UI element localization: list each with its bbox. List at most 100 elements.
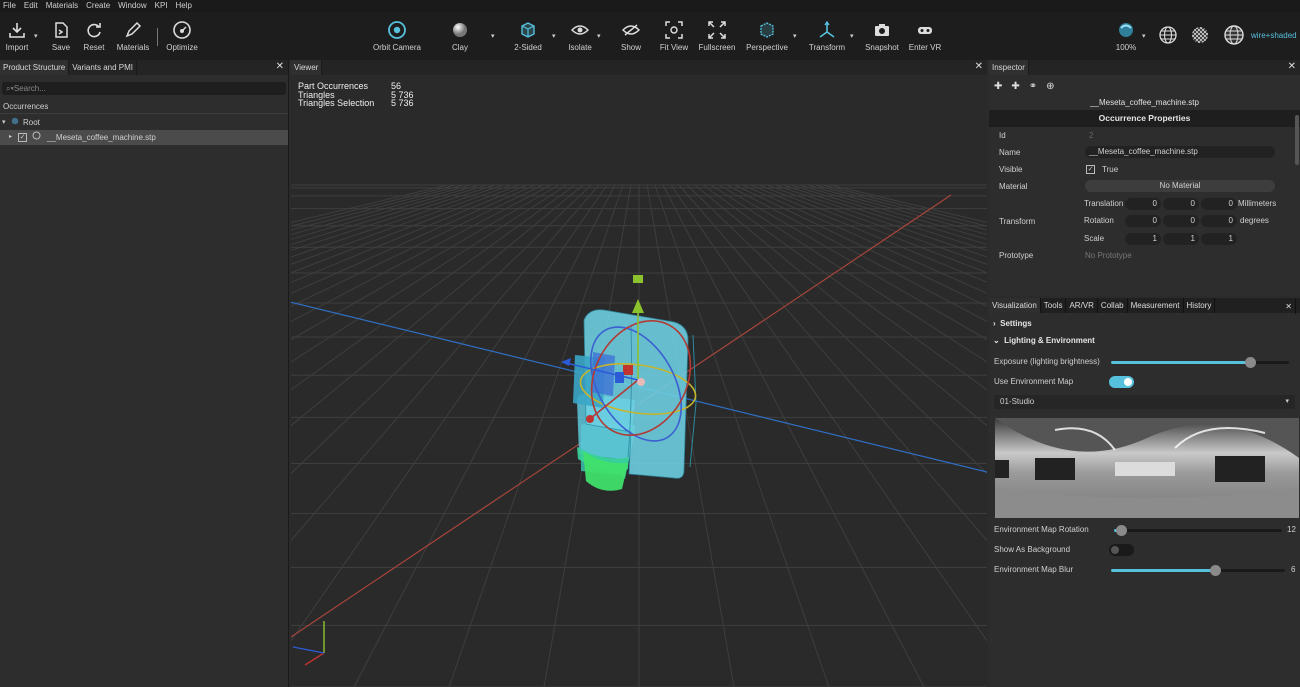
tab-collab[interactable]: Collab [1098,298,1128,313]
wire-shaded-label[interactable]: wire+shaded [1251,31,1297,40]
optimize-button[interactable]: Optimize [156,18,208,53]
grid-line [798,184,987,240]
occurrence-properties-header: Occurrence Properties [989,110,1300,127]
transform-axes-icon [801,18,853,42]
rotation-y-field[interactable]: 0 [1163,215,1199,227]
tab-inspector[interactable]: Inspector [989,60,1029,75]
env-map-row: 01-Studio ▾ [989,392,1300,412]
env-rotation-slider[interactable] [1114,525,1282,536]
orientation-axes [292,621,325,666]
fullscreen-icon [691,18,743,42]
clay-dropdown-icon[interactable]: ▾ [491,32,495,40]
tree-root[interactable]: ▾ Root [0,115,288,130]
menu-create[interactable]: Create [83,0,115,12]
visibility-checkbox[interactable]: ✓ [18,133,27,142]
orbit-camera-button[interactable]: Orbit Camera [371,18,423,53]
env-blur-slider[interactable] [1111,565,1285,576]
lighting-section[interactable]: ⌄ Lighting & Environment [989,332,1300,349]
close-icon[interactable]: ✕ [1282,299,1296,314]
enter-vr-button[interactable]: Enter VR [899,18,951,53]
name-field[interactable]: __Meseta_coffee_machine.stp [1085,146,1275,158]
menu-window[interactable]: Window [115,0,151,12]
close-icon[interactable]: ✕ [975,61,983,73]
materials-button[interactable]: Materials [107,18,159,53]
translation-z-field[interactable]: 0 [1201,198,1237,210]
env-rotation-row: Environment Map Rotation 12 [994,525,1296,536]
grid-line [822,184,987,227]
material-button[interactable]: No Material [1085,180,1275,192]
close-icon[interactable]: ✕ [1288,61,1296,73]
translation-x-field[interactable]: 0 [1125,198,1161,210]
tab-history[interactable]: History [1184,298,1216,313]
settings-section[interactable]: › Settings [989,315,1300,332]
isolate-dropdown-icon[interactable]: ▾ [597,32,601,40]
menu-materials[interactable]: Materials [43,0,83,12]
transform-dropdown-icon[interactable]: ▾ [850,32,854,40]
tab-measurement[interactable]: Measurement [1128,298,1184,313]
link-icon[interactable]: ⚭ [1029,81,1037,92]
expand-arrow-icon[interactable]: ▾ [0,115,8,130]
menu-edit[interactable]: Edit [21,0,43,12]
perspective-dropdown-icon[interactable]: ▾ [793,32,797,40]
viewer-tabs: Viewer ✕ [291,60,987,75]
tab-viewer[interactable]: Viewer [291,60,323,75]
menu-help[interactable]: Help [173,0,197,12]
grid-line [291,184,592,475]
use-env-toggle[interactable] [1109,376,1134,388]
add-component-icon[interactable]: ✚ [994,81,1002,92]
prop-id: Id 2 [999,131,1094,140]
target-icon[interactable]: ⊕ [1046,81,1054,92]
rotation-x-field[interactable]: 0 [1125,215,1161,227]
show-bg-toggle[interactable] [1109,544,1134,556]
translation-y-field[interactable]: 0 [1163,198,1199,210]
coffee-machine-model[interactable] [573,309,697,491]
perspective-cube-icon [741,18,793,42]
grid-line [734,184,987,307]
prop-visible: Visible ✓ True [999,165,1119,174]
visualization-panel: Visualization Tools AR/VR Collab Measure… [989,298,1300,687]
env-map-preview [995,418,1299,518]
tab-product-structure[interactable]: Product Structure [0,60,70,75]
rotation-z-field[interactable]: 0 [1201,215,1237,227]
optimize-icon [156,18,208,42]
scale-z-field[interactable]: 1 [1201,233,1237,245]
menu-file[interactable]: File [0,0,21,12]
viewer-panel[interactable]: Viewer ✕ Part Occurrences 56 Triangles 5… [291,60,987,687]
menu-kpi[interactable]: KPI [152,0,173,12]
scale-y-field[interactable]: 1 [1163,233,1199,245]
fullscreen-button[interactable]: Fullscreen [691,18,743,53]
part-node-icon [32,130,41,145]
tab-variants-pmi[interactable]: Variants and PMI [69,60,138,75]
env-map-select[interactable]: 01-Studio ▾ [994,395,1295,409]
tree-item-coffee-machine[interactable]: ▸ ✓ __Meseta_coffee_machine.stp [0,130,288,145]
product-structure-panel: Product Structure Variants and PMI ✕ ⌕▾S… [0,60,289,687]
grid-line [291,184,560,341]
occurrences-header: Occurrences [0,99,288,114]
tab-visualization[interactable]: Visualization [989,298,1041,313]
3d-viewport[interactable] [291,75,987,687]
menu-bar: File Edit Materials Create Window KPI He… [0,0,1300,12]
use-env-row: Use Environment Map [989,372,1300,392]
clay-button[interactable]: Clay [434,18,486,53]
search-input[interactable]: ⌕▾Search... [2,82,286,95]
grid-line [790,184,987,246]
two-sided-button[interactable]: 2-Sided [502,18,554,53]
inspector-scrollbar[interactable] [1295,115,1299,165]
transform-button[interactable]: Transform [801,18,853,53]
prop-name: Name __Meseta_coffee_machine.stp [989,144,1300,161]
perspective-button[interactable]: Perspective [741,18,793,53]
scale-x-field[interactable]: 1 [1125,233,1161,245]
close-icon[interactable]: ✕ [276,61,284,73]
chevron-right-icon: › [993,319,996,328]
visualization-tabs: Visualization Tools AR/VR Collab Measure… [989,298,1300,314]
collapse-arrow-icon[interactable]: ▸ [0,130,12,145]
tab-tools[interactable]: Tools [1041,298,1067,313]
prop-prototype: Prototype No Prototype [999,251,1132,260]
inspector-filename: __Meseta_coffee_machine.stp [1090,98,1199,107]
item-label: __Meseta_coffee_machine.stp [47,133,156,142]
add-property-icon[interactable]: ✚ [1011,81,1019,92]
visible-checkbox[interactable]: ✓ [1086,165,1095,174]
exposure-slider[interactable] [1111,357,1289,368]
tab-ar-vr[interactable]: AR/VR [1066,298,1098,313]
env-controls: Environment Map Rotation 12 Show As Back… [989,520,1300,580]
